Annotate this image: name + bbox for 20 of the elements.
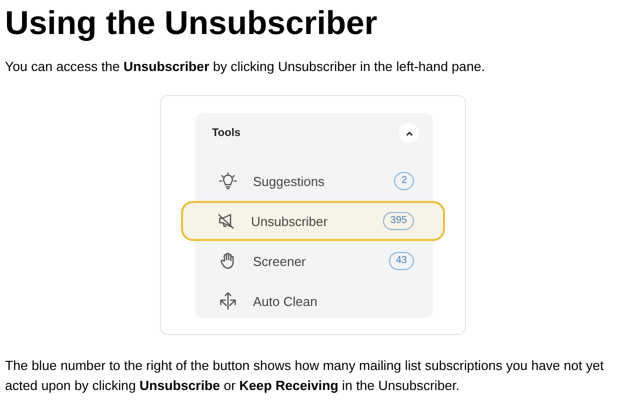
tool-item[interactable]: Suggestions 2: [195, 161, 433, 201]
tool-item[interactable]: Screener 43: [195, 241, 433, 281]
tool-label: Auto Clean: [253, 294, 318, 308]
collapse-button[interactable]: [399, 123, 419, 143]
intro-paragraph: You can access the Unsubscriber by clicking Unsubscriber in the left-hand pane.: [5, 58, 486, 76]
chevron-icon: [404, 128, 414, 138]
tool-label: Unsubscriber: [251, 214, 329, 228]
arrows-icon: [219, 292, 237, 310]
tool-label: Suggestions: [253, 174, 326, 188]
panel-heading: Tools: [212, 127, 241, 139]
page-title: Using the Unsubscriber: [4, 3, 378, 42]
lightbulb-icon: [219, 172, 237, 190]
count-badge: 2: [394, 172, 414, 190]
muted-megaphone-icon: [217, 212, 235, 230]
count-badge: 43: [388, 252, 414, 270]
tool-item[interactable]: Auto Clean: [195, 281, 433, 321]
note-paragraph: The blue number to the right of the button shows how many mailing list subscriptions you have not yet acted upon by clicking Unsubscribe or Keep Receiving in the Unsubscriber.: [5, 357, 605, 395]
count-badge: 395: [383, 212, 414, 230]
tool-label: Screener: [253, 254, 307, 268]
tool-item[interactable]: Unsubscriber 395: [181, 201, 445, 241]
